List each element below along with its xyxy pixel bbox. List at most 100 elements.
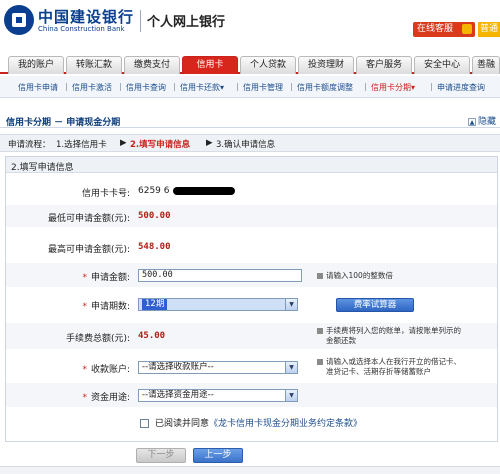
fee-total-label: 手续费总额(元): [65,334,130,344]
subnav-card-repay[interactable]: 信用卡还款▾ [180,82,224,93]
header: 中国建设银行 China Construction Bank 个人网上银行 在线… [0,0,500,52]
agreement-terms-link[interactable]: 《龙卡信用卡现金分期业务约定条款》 [209,419,362,429]
chevron-down-icon[interactable]: ▼ [285,390,297,401]
card-number-visible: 6259 6 [138,186,170,196]
online-service-label: 在线客服 [417,24,454,34]
bottom-strip [0,466,500,474]
subnav-separator: | [173,82,176,91]
required-mark: * [82,393,87,403]
hide-label: 隐藏 [478,117,497,127]
periods-selected-value: 12期 [142,299,168,310]
fund-purpose-value: --请选择资金用途-- [142,390,214,400]
required-mark: * [82,273,87,283]
periods-select[interactable]: 12期 ▼ [138,298,298,311]
row-fee-total: 手续费总额(元): 45.00 手续费将列入您的账单，请按账单列示的 金额还款 [6,323,497,349]
subnav-card-manage[interactable]: 信用卡管理 [243,82,283,93]
fund-purpose-select[interactable]: --请选择资金用途-- ▼ [138,389,298,402]
row-max-amount: 最高可申请金额(元): 548.00 [6,235,497,257]
subnav-card-apply[interactable]: 信用卡申请 [18,82,58,93]
chevron-down-icon[interactable]: ▼ [285,299,297,310]
tab-shanrong[interactable]: 善融 [472,56,500,74]
fee-hint: 手续费将列入您的账单，请按账单列示的 金额还款 [317,326,461,346]
form-section-title: 2.填写申请信息 [11,163,74,173]
row-periods: * 申请期数: 12期 ▼ 费率试算器 [6,293,497,317]
masked-card-digits [172,186,235,195]
subnav-separator: | [430,82,433,91]
hint-bullet-icon [317,328,323,334]
step-fill-info: 2.填写申请信息 [130,140,191,150]
subnav-separator: | [236,82,239,91]
headset-icon [462,24,472,34]
max-amount-value: 548.00 [138,242,171,252]
steps-prefix: 申请流程： [8,140,51,150]
system-title: 个人网上银行 [147,15,226,30]
step-select-card: 1.选择信用卡 [56,140,107,150]
page-title-bar: 信用卡分期 － 申请现金分期 ▲ 隐藏 [0,112,500,128]
page-title: 信用卡分期 － 申请现金分期 [6,118,121,128]
apply-amount-label: * 申请金额: [82,270,130,283]
subnav-separator: | [65,82,68,91]
form-section-header: 2.填写申请信息 [6,157,497,173]
row-receive-account: * 收款账户: --请选择收款账户-- ▼ 请输入或选择本人在我行开立的借记卡、准… [6,353,497,381]
receive-account-value: --请选择收款账户-- [142,362,214,372]
right-edge-button[interactable]: 普通 [478,22,500,37]
next-step-button[interactable]: 下一步 [136,448,186,463]
fund-purpose-label-text: 资金用途: [90,393,130,403]
subnav-separator: | [119,82,122,91]
receive-account-label: * 收款账户: [82,362,130,375]
hint-bullet-icon [317,273,323,279]
fee-total-value: 45.00 [138,331,166,341]
agreement-row: 已阅读并同意《龙卡信用卡现金分期业务约定条款》 [140,416,362,429]
chevron-down-icon[interactable]: ▼ [285,362,297,373]
receive-account-label-text: 收款账户: [90,365,130,375]
tab-credit-card[interactable]: 信用卡 [182,56,238,74]
ccb-logo-icon [4,5,34,35]
tab-transfer[interactable]: 转账汇款 [66,56,122,74]
tab-my-account[interactable]: 我的账户 [8,56,64,74]
row-min-amount: 最低可申请金额(元): 500.00 [6,205,497,227]
agreement-prefix: 已阅读并同意 [155,419,210,429]
card-number-value: 6259 6 [138,186,235,196]
tab-payment[interactable]: 缴费支付 [124,56,180,74]
step-arrow-icon: ▶ [206,138,213,148]
fee-calculator-button[interactable]: 费率试算器 [336,298,414,312]
subnav-card-limit[interactable]: 信用卡额度调整 [297,82,353,93]
bank-name-cn: 中国建设银行 [38,8,135,26]
hide-button[interactable]: ▲ 隐藏 [468,114,496,127]
required-mark: * [82,365,87,375]
apply-amount-input[interactable]: 500.00 [138,269,302,282]
min-amount-value: 500.00 [138,211,171,221]
row-apply-amount: * 申请金额: 500.00 请输入100的整数倍 [6,263,497,287]
tab-security-center[interactable]: 安全中心 [414,56,470,74]
subnav-card-activate[interactable]: 信用卡激活 [72,82,112,93]
apply-amount-hint: 请输入100的整数倍 [317,271,393,281]
credit-card-subnav: 信用卡申请 | 信用卡激活 | 信用卡查询 | 信用卡还款▾ | 信用卡管理 |… [0,76,500,98]
min-amount-label: 最低可申请金额(元): [47,214,130,224]
agreement-checkbox[interactable] [140,419,149,428]
bank-name-en: China Construction Bank [38,25,125,33]
row-fund-purpose: * 资金用途: --请选择资金用途-- ▼ [6,383,497,407]
apply-amount-label-text: 申请金额: [90,273,130,283]
subnav-card-installment[interactable]: 信用卡分期▾ [371,82,415,93]
tab-personal-loan[interactable]: 个人贷款 [240,56,296,74]
tab-investment[interactable]: 投资理财 [298,56,354,74]
receive-account-select[interactable]: --请选择收款账户-- ▼ [138,361,298,374]
logo-divider [140,10,141,32]
receive-account-hint: 请输入或选择本人在我行开立的借记卡、 准贷记卡、活期存折等储蓄账户 [317,357,461,377]
previous-step-button[interactable]: 上一步 [193,448,243,463]
tab-customer-service[interactable]: 客户服务 [356,56,412,74]
subnav-separator: | [364,82,367,91]
collapse-icon: ▲ [468,117,476,126]
subnav-separator: | [290,82,293,91]
online-service-button[interactable]: 在线客服 [413,22,475,37]
application-form: 2.填写申请信息 信用卡卡号: 6259 6 最低可申请金额(元): 500.0… [5,156,498,442]
step-arrow-icon: ▶ [120,138,127,148]
card-number-label: 信用卡卡号: [81,189,130,199]
periods-label-text: 申请期数: [90,302,130,312]
periods-label: * 申请期数: [82,299,130,312]
subnav-progress-query[interactable]: 申请进度查询 [437,82,485,93]
subnav-card-query[interactable]: 信用卡查询 [126,82,166,93]
hint-bullet-icon [317,359,323,365]
progress-steps: 申请流程： 1.选择信用卡 ▶ 2.填写申请信息 ▶ 3.确认申请信息 [0,134,500,152]
fund-purpose-label: * 资金用途: [82,390,130,403]
